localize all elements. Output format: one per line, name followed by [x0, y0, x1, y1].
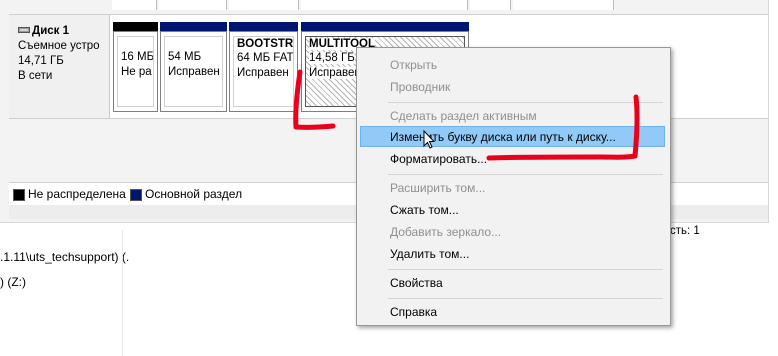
menu-item-label: Сделать раздел активным	[390, 109, 537, 123]
menu-item-open[interactable]: Открыть	[360, 54, 665, 75]
partition-status: Исправен	[309, 67, 361, 79]
partition-size: 14,58 ГБ	[309, 52, 355, 64]
menu-item-label: Свойства	[390, 276, 443, 290]
menu-separator	[388, 298, 663, 299]
upper-partition-stub	[229, 0, 299, 10]
context-menu: Открыть Проводник Сделать раздел активны…	[356, 47, 671, 326]
partition-size: 54 МБ	[168, 51, 202, 63]
partition-cap	[229, 22, 298, 31]
menu-item-label: Удалить том...	[390, 247, 470, 261]
upper-partition-stub	[470, 0, 511, 10]
menu-item-label: Форматировать...	[390, 152, 488, 166]
menu-item-add-mirror[interactable]: Добавить зеркало...	[360, 221, 665, 242]
partition-status: Исправен	[168, 66, 220, 78]
menu-item-label: Открыть	[390, 58, 438, 72]
pane-divider	[122, 230, 123, 356]
menu-item-label: Добавить зеркало...	[390, 225, 502, 239]
partition-size: 64 МБ FAT	[237, 52, 294, 64]
menu-item-label: Проводник	[390, 80, 451, 94]
menu-item-label: Сжать том...	[390, 203, 459, 217]
menu-item-properties[interactable]: Свойства	[360, 272, 665, 293]
upper-partition-stub	[301, 0, 468, 10]
legend-swatch-primary	[130, 189, 142, 201]
menu-item-change-drive-letter[interactable]: Изменить букву диска или путь к диску...	[360, 126, 665, 147]
disk-type: Съемное устро	[18, 40, 100, 52]
upper-partition-stub	[513, 0, 614, 10]
legend-swatch-unallocated	[13, 189, 25, 201]
menu-separator	[388, 269, 663, 270]
upper-partition-stub	[112, 0, 157, 10]
upper-partition-stub	[159, 0, 227, 10]
menu-item-shrink-volume[interactable]: Сжать том...	[360, 199, 665, 220]
partition-cap	[160, 22, 227, 31]
disk-name: Диск 1	[32, 25, 70, 37]
network-drive-path[interactable]: .1.11\uts_techsupport) (.	[0, 250, 129, 264]
disk-label-box[interactable]: Диск 1 Съемное устро 14,71 ГБ В сети	[9, 15, 110, 118]
partition-status: Исправен	[237, 67, 289, 79]
partition-size: 16 МБ	[121, 51, 154, 63]
legend-label-unallocated: Не распределена	[28, 187, 126, 201]
menu-item-format[interactable]: Форматировать...	[360, 148, 665, 169]
menu-separator	[388, 102, 663, 103]
menu-item-label: Изменить букву диска или путь к диску...	[390, 130, 616, 144]
menu-item-mark-active[interactable]: Сделать раздел активным	[360, 105, 665, 126]
menu-item-label: Расширить том...	[390, 181, 486, 195]
menu-item-extend-volume[interactable]: Расширить том...	[360, 177, 665, 198]
mapped-drive-label[interactable]: ) (Z:)	[0, 275, 26, 289]
partition-bootstr[interactable]: BOOTSTR 64 МБ FAT Исправен	[229, 22, 298, 112]
partition-cap	[301, 22, 469, 31]
partition-cap	[113, 22, 158, 31]
menu-item-help[interactable]: Справка	[360, 301, 665, 322]
removable-disk-icon	[18, 27, 30, 33]
partition-54mb[interactable]: 54 МБ Исправен	[160, 22, 227, 112]
menu-separator	[388, 174, 663, 175]
disk-size: 14,71 ГБ	[18, 55, 64, 67]
disk-status: В сети	[18, 70, 53, 82]
menu-item-delete-volume[interactable]: Удалить том...	[360, 243, 665, 264]
legend-label-primary: Основной раздел	[145, 187, 243, 201]
partition-status: Не ра	[121, 66, 152, 78]
menu-item-explorer[interactable]: Проводник	[360, 76, 665, 97]
partition-title: BOOTSTR	[237, 38, 294, 50]
status-fragment: сть: 1	[670, 225, 700, 237]
partition-unallocated[interactable]: 16 МБ Не ра	[113, 22, 158, 112]
menu-item-label: Справка	[390, 305, 438, 319]
